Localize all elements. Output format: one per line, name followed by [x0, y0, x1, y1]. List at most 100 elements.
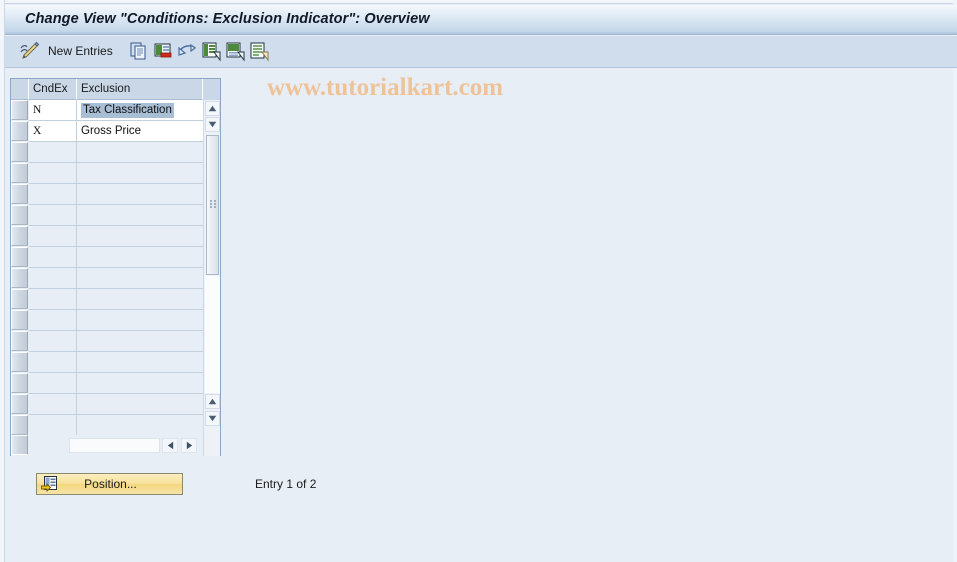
position-button[interactable]: Position... — [36, 473, 183, 495]
details-icon[interactable] — [248, 40, 270, 64]
table-row[interactable]: X Gross Price — [11, 121, 203, 142]
cell-exclusion[interactable] — [77, 331, 203, 352]
table-row-empty[interactable] — [11, 310, 203, 331]
cell-exclusion[interactable] — [77, 163, 203, 184]
scroll-right-icon[interactable] — [181, 438, 197, 453]
entry-status-text: Entry 1 of 2 — [255, 477, 317, 491]
table-row-empty[interactable] — [11, 184, 203, 205]
cell-cndex[interactable] — [29, 268, 77, 289]
cell-cndex[interactable] — [29, 352, 77, 373]
scroll-left-icon[interactable] — [162, 438, 178, 453]
cell-exclusion[interactable] — [77, 268, 203, 289]
table-row-empty[interactable] — [11, 226, 203, 247]
cell-exclusion-text: Tax Classification — [81, 103, 174, 118]
undo-icon[interactable] — [176, 40, 200, 64]
cell-exclusion[interactable] — [77, 310, 203, 331]
table-vertical-scrollbar[interactable] — [203, 100, 220, 456]
table-row-empty[interactable] — [11, 205, 203, 226]
table-row-empty[interactable] — [11, 352, 203, 373]
scroll-page-up-icon[interactable] — [205, 394, 220, 409]
cell-cndex[interactable] — [29, 394, 77, 415]
row-select-cell[interactable] — [11, 142, 28, 162]
row-select-cell[interactable] — [11, 205, 28, 225]
row-select-cell[interactable] — [11, 100, 28, 120]
scroll-down-icon[interactable] — [205, 117, 220, 132]
cell-exclusion[interactable] — [77, 226, 203, 247]
table-rows-viewport: N Tax Classification X Gross Price — [11, 100, 203, 435]
new-entries-button[interactable]: New Entries — [48, 44, 113, 60]
cell-cndex[interactable]: N — [29, 100, 77, 121]
cell-exclusion[interactable] — [77, 289, 203, 310]
table-header-exclusion[interactable]: Exclusion — [77, 79, 203, 100]
cell-exclusion[interactable] — [77, 247, 203, 268]
cell-cndex[interactable] — [29, 331, 77, 352]
row-select-cell[interactable] — [11, 352, 28, 372]
cell-cndex[interactable] — [29, 289, 77, 310]
row-select-cell[interactable] — [11, 247, 28, 267]
table-header-select — [11, 79, 29, 100]
delete-icon[interactable] — [152, 40, 174, 64]
pencil-display-change-icon[interactable] — [18, 40, 44, 64]
cell-exclusion[interactable] — [77, 394, 203, 415]
select-all-icon[interactable] — [200, 40, 222, 64]
position-button-label: Position... — [84, 477, 137, 491]
window-frame-right — [953, 0, 957, 562]
table-row-empty[interactable] — [11, 373, 203, 394]
cell-exclusion[interactable] — [77, 415, 203, 435]
cell-exclusion[interactable]: Tax Classification — [77, 100, 203, 121]
row-select-cell[interactable] — [11, 310, 28, 330]
vertical-scroll-thumb[interactable] — [206, 135, 219, 275]
copy-as-icon[interactable] — [128, 40, 150, 64]
cell-cndex[interactable] — [29, 247, 77, 268]
row-select-cell[interactable] — [11, 163, 28, 183]
table-row[interactable]: N Tax Classification — [11, 100, 203, 121]
table-row-empty[interactable] — [11, 331, 203, 352]
table-row-empty[interactable] — [11, 163, 203, 184]
cell-cndex[interactable] — [29, 373, 77, 394]
row-select-cell[interactable] — [11, 184, 28, 204]
row-select-cell[interactable] — [11, 394, 28, 414]
table-corner-cell — [11, 435, 28, 455]
cell-cndex[interactable] — [29, 226, 77, 247]
select-block-icon[interactable] — [224, 40, 246, 64]
table-header-cndex[interactable]: CndEx — [29, 79, 77, 100]
row-select-cell[interactable] — [11, 415, 28, 435]
row-select-cell[interactable] — [11, 373, 28, 393]
table-row-empty[interactable] — [11, 268, 203, 289]
cell-exclusion[interactable] — [77, 352, 203, 373]
scroll-up-icon[interactable] — [205, 101, 220, 116]
table-header-row: CndEx Exclusion — [11, 79, 220, 101]
cell-cndex[interactable] — [29, 205, 77, 226]
table-horizontal-scrollbar[interactable] — [11, 435, 203, 456]
vertical-scroll-track[interactable] — [205, 276, 220, 393]
row-select-cell[interactable] — [11, 226, 28, 246]
table-row-empty[interactable] — [11, 394, 203, 415]
table-row-empty[interactable] — [11, 415, 203, 435]
cell-exclusion[interactable] — [77, 142, 203, 163]
cell-exclusion[interactable] — [77, 184, 203, 205]
row-select-cell[interactable] — [11, 268, 28, 288]
cell-exclusion[interactable] — [77, 205, 203, 226]
row-select-cell[interactable] — [11, 121, 28, 141]
cell-cndex[interactable] — [29, 415, 77, 435]
cell-exclusion[interactable]: Gross Price — [77, 121, 203, 142]
table-row-empty[interactable] — [11, 289, 203, 310]
application-toolbar: New Entries www.tutorialkart.com — [5, 36, 957, 101]
cell-cndex[interactable]: X — [29, 121, 77, 142]
page-title: Change View "Conditions: Exclusion Indic… — [25, 11, 430, 27]
horizontal-scroll-track[interactable] — [69, 438, 160, 453]
window-frame-top — [0, 0, 957, 4]
table-row-empty[interactable] — [11, 142, 203, 163]
row-select-cell[interactable] — [11, 289, 28, 309]
cell-exclusion[interactable] — [77, 373, 203, 394]
cell-cndex[interactable] — [29, 184, 77, 205]
cell-cndex[interactable] — [29, 142, 77, 163]
row-select-cell[interactable] — [11, 331, 28, 351]
cell-cndex[interactable] — [29, 163, 77, 184]
scroll-thumb-grip-icon — [210, 200, 216, 208]
title-bar: Change View "Conditions: Exclusion Indic… — [5, 5, 957, 35]
cell-cndex[interactable] — [29, 310, 77, 331]
watermark-text: www.tutorialkart.com — [267, 74, 504, 101]
table-row-empty[interactable] — [11, 247, 203, 268]
scroll-page-down-icon[interactable] — [205, 411, 220, 426]
